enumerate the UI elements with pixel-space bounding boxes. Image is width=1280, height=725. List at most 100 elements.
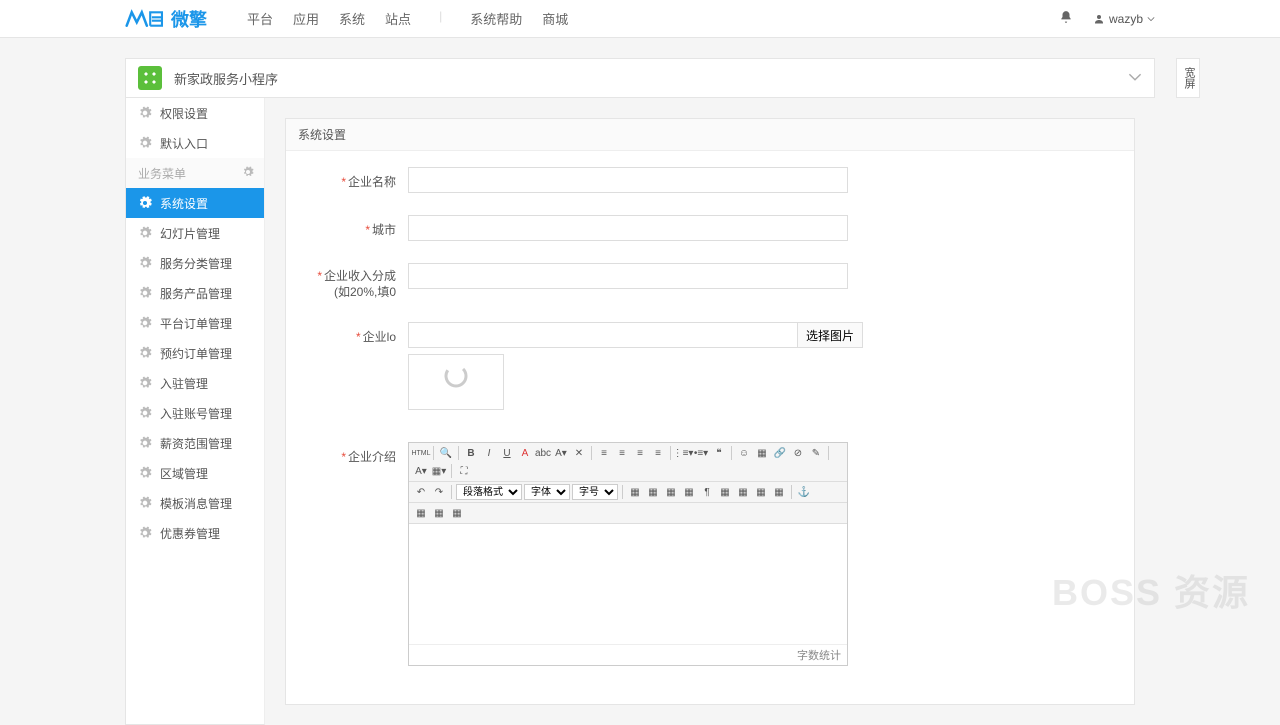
logo-text: 微擎	[171, 6, 207, 32]
sidebar-item-service-category[interactable]: 服务分类管理	[126, 248, 264, 278]
wide-screen-toggle[interactable]: 宽屏	[1176, 58, 1200, 98]
caret-down-icon	[1147, 15, 1155, 23]
bold-icon[interactable]: B	[463, 445, 479, 461]
font-family-select[interactable]: 字体	[524, 484, 570, 500]
highlight-icon[interactable]: ✎	[808, 445, 824, 461]
map-icon[interactable]: ▦	[431, 505, 447, 521]
nav-system[interactable]: 系统	[339, 9, 365, 28]
outdent-icon[interactable]: ▦	[735, 484, 751, 500]
align-right-icon[interactable]: ≡	[632, 445, 648, 461]
sidebar-item-label: 入驻管理	[160, 375, 208, 392]
bell-icon[interactable]	[1059, 10, 1073, 27]
logo-preview[interactable]	[408, 354, 504, 410]
sidebar-item-salary-range[interactable]: 薪资范围管理	[126, 428, 264, 458]
nav-platform[interactable]: 平台	[247, 9, 273, 28]
editor-wordcount[interactable]: 字数统计	[409, 644, 847, 665]
gear-icon	[138, 496, 152, 510]
gear-icon[interactable]	[242, 166, 254, 181]
image-icon[interactable]: ▦	[754, 445, 770, 461]
video-icon[interactable]: ▦	[413, 505, 429, 521]
sidebar-item-appointment-order[interactable]: 预约订单管理	[126, 338, 264, 368]
emoji-icon[interactable]: ☺	[736, 445, 752, 461]
username: wazyb	[1109, 12, 1143, 26]
blockquote-icon[interactable]: ❝	[711, 445, 727, 461]
sidebar-item-slideshow[interactable]: 幻灯片管理	[126, 218, 264, 248]
input-company-name[interactable]	[408, 167, 848, 193]
sidebar-item-system-settings[interactable]: 系统设置	[126, 188, 264, 218]
gear-icon	[138, 106, 152, 120]
sidebar-item-entry-mgmt[interactable]: 入驻管理	[126, 368, 264, 398]
split-cell-icon[interactable]: ¶	[699, 484, 715, 500]
search-icon[interactable]: 🔍	[438, 445, 454, 461]
merge-cell-icon[interactable]: ▦	[681, 484, 697, 500]
user-menu[interactable]: wazyb	[1093, 12, 1155, 26]
align-left-icon[interactable]: ≡	[596, 445, 612, 461]
unlink-icon[interactable]: ⊘	[790, 445, 806, 461]
align-justify-icon[interactable]: ≡	[650, 445, 666, 461]
sidebar-item-coupon[interactable]: 优惠券管理	[126, 518, 264, 548]
sidebar-item-label: 入驻账号管理	[160, 405, 232, 422]
app-selector-bar[interactable]: 新家政服务小程序	[125, 58, 1155, 98]
gear-icon	[138, 526, 152, 540]
sidebar-item-label: 系统设置	[160, 195, 208, 212]
sidebar-item-entry-account[interactable]: 入驻账号管理	[126, 398, 264, 428]
table-props-icon[interactable]: ▦	[753, 484, 769, 500]
gear-icon	[138, 466, 152, 480]
gear-icon	[138, 316, 152, 330]
delete-row-icon[interactable]: ▦	[663, 484, 679, 500]
editor-toolbar-row3: ▦ ▦ ▦	[409, 503, 847, 524]
undo-icon[interactable]: ↶	[413, 484, 429, 500]
redo-icon[interactable]: ↷	[431, 484, 447, 500]
editor-html-btn[interactable]: HTML	[413, 445, 429, 461]
settings-panel: 系统设置 *企业名称 *城市 *企业收入分成(如20%,填0	[285, 118, 1135, 705]
strikethrough-icon[interactable]: abc	[535, 445, 551, 461]
sidebar: 权限设置 默认入口 业务菜单 系统设置 幻灯片管理 服务分类管理 服务产品管理 …	[125, 98, 265, 725]
gear-icon	[138, 436, 152, 450]
underline-icon[interactable]: U	[499, 445, 515, 461]
font-family-icon[interactable]: A▾	[553, 445, 569, 461]
clear-format-icon[interactable]: ✕	[571, 445, 587, 461]
logo-icon	[125, 8, 167, 30]
forecolor-icon[interactable]: A▾	[413, 463, 429, 479]
font-color-icon[interactable]: A	[517, 445, 533, 461]
sidebar-item-service-product[interactable]: 服务产品管理	[126, 278, 264, 308]
link-icon[interactable]: 🔗	[772, 445, 788, 461]
sidebar-item-label: 默认入口	[160, 135, 208, 152]
anchor-icon[interactable]: ⚓	[796, 484, 812, 500]
backcolor-icon[interactable]: ▦▾	[431, 463, 447, 479]
ordered-list-icon[interactable]: ⋮≡▾	[675, 445, 691, 461]
attachment-icon[interactable]: ▦	[449, 505, 465, 521]
editor-toolbar-row2: ↶ ↷ 段落格式 字体 字号 ▦ ▦ ▦ ▦	[409, 482, 847, 503]
fullscreen-icon[interactable]: ⛶	[456, 463, 472, 479]
nav-site[interactable]: 站点	[385, 9, 411, 28]
sidebar-item-permission[interactable]: 权限设置	[126, 98, 264, 128]
insert-row-icon[interactable]: ▦	[645, 484, 661, 500]
sidebar-item-platform-order[interactable]: 平台订单管理	[126, 308, 264, 338]
nav-help[interactable]: 系统帮助	[470, 9, 522, 28]
indent-icon[interactable]: ▦	[717, 484, 733, 500]
align-center-icon[interactable]: ≡	[614, 445, 630, 461]
label-company-name: *企业名称	[306, 167, 396, 190]
logo[interactable]: 微擎	[125, 6, 207, 32]
table-icon[interactable]: ▦	[627, 484, 643, 500]
italic-icon[interactable]: I	[481, 445, 497, 461]
paragraph-format-select[interactable]: 段落格式	[456, 484, 522, 500]
sidebar-item-area[interactable]: 区域管理	[126, 458, 264, 488]
input-city[interactable]	[408, 215, 848, 241]
cell-props-icon[interactable]: ▦	[771, 484, 787, 500]
sidebar-item-default-entry[interactable]: 默认入口	[126, 128, 264, 158]
row-city: *城市	[306, 215, 1114, 241]
font-size-select[interactable]: 字号	[572, 484, 618, 500]
nav-app[interactable]: 应用	[293, 9, 319, 28]
editor-body[interactable]	[409, 524, 847, 644]
gear-icon	[138, 226, 152, 240]
sidebar-item-template-msg[interactable]: 模板消息管理	[126, 488, 264, 518]
sidebar-item-label: 服务分类管理	[160, 255, 232, 272]
unordered-list-icon[interactable]: •≡▾	[693, 445, 709, 461]
input-logo-path[interactable]	[408, 322, 798, 348]
input-income[interactable]	[408, 263, 848, 289]
gear-icon	[138, 196, 152, 210]
nav-mall[interactable]: 商城	[542, 9, 568, 28]
label-city: *城市	[306, 215, 396, 238]
button-choose-image[interactable]: 选择图片	[797, 322, 863, 348]
